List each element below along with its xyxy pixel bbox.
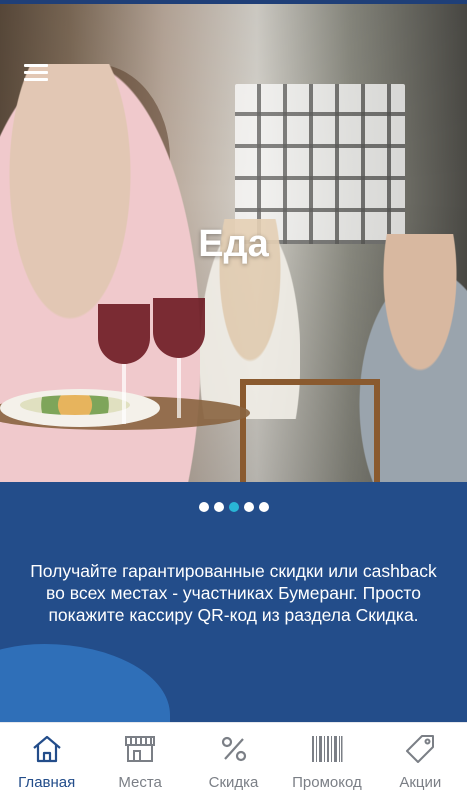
tab-promotions[interactable]: Акции bbox=[374, 723, 467, 801]
slide-title: Еда bbox=[198, 223, 269, 265]
slide-dot[interactable] bbox=[198, 502, 209, 512]
hero-slider[interactable]: Еда bbox=[0, 4, 467, 482]
decorative-blob bbox=[0, 644, 170, 722]
info-panel: Получайте гарантированные скидки или cas… bbox=[0, 482, 467, 722]
slide-dot[interactable] bbox=[213, 502, 224, 512]
tab-home[interactable]: Главная bbox=[0, 723, 93, 801]
tab-label: Места bbox=[118, 774, 162, 791]
tab-label: Промокод bbox=[292, 774, 362, 791]
tab-discount[interactable]: Скидка bbox=[187, 723, 280, 801]
slide-dot[interactable] bbox=[243, 502, 254, 512]
glass-stem bbox=[177, 358, 181, 418]
tab-label: Главная bbox=[18, 774, 76, 791]
food-plate bbox=[0, 389, 160, 427]
percent-icon bbox=[216, 733, 252, 765]
wooden-chair bbox=[240, 379, 380, 482]
slide-dot[interactable] bbox=[228, 502, 239, 512]
tab-promocode[interactable]: Промокод bbox=[280, 723, 373, 801]
tag-icon bbox=[402, 733, 438, 765]
tab-label: Скидка bbox=[208, 774, 259, 791]
tab-places[interactable]: Места bbox=[93, 723, 186, 801]
tab-label: Акции bbox=[399, 774, 442, 791]
slide-indicator bbox=[0, 502, 467, 512]
wine-glass bbox=[153, 298, 205, 358]
home-icon bbox=[29, 733, 65, 765]
info-text: Получайте гарантированные скидки или cas… bbox=[30, 561, 437, 625]
barcode-icon bbox=[309, 733, 345, 765]
glass-stem bbox=[122, 364, 126, 424]
wine-glass bbox=[98, 304, 150, 364]
bottom-tab-bar: Главная Места Скидка Промокод Акции bbox=[0, 722, 467, 801]
storefront-icon bbox=[122, 733, 158, 765]
slide-dot[interactable] bbox=[258, 502, 269, 512]
hamburger-menu-icon[interactable] bbox=[24, 64, 48, 82]
